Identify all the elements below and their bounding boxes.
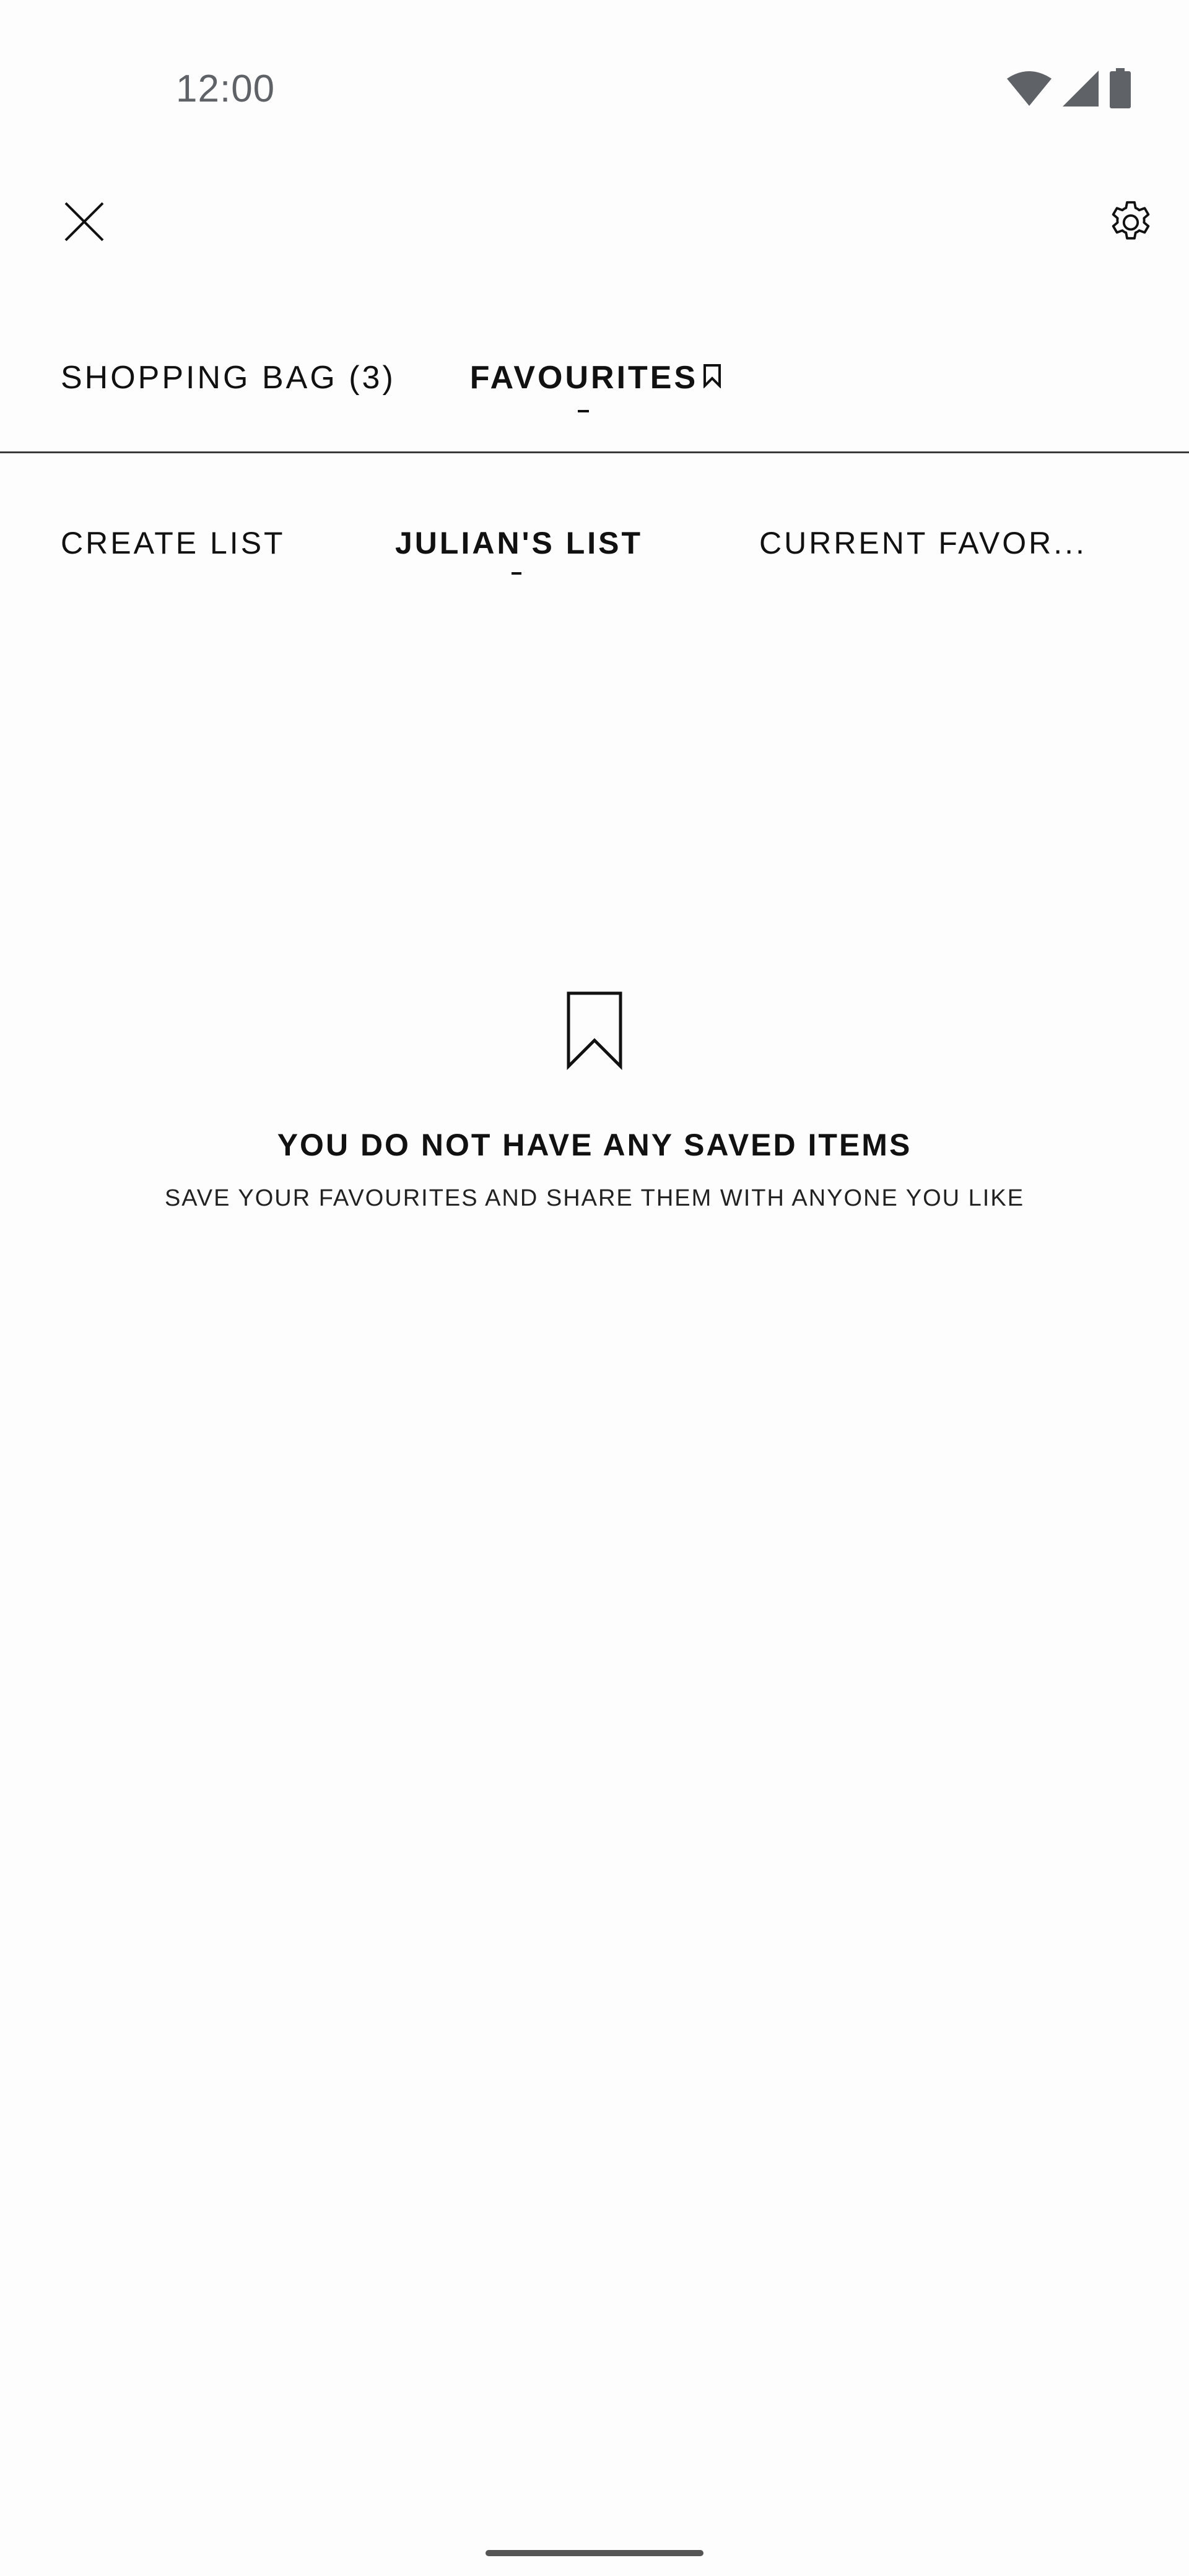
empty-state-title: YOU DO NOT HAVE ANY SAVED ITEMS bbox=[277, 1128, 912, 1162]
settings-button[interactable] bbox=[1104, 197, 1158, 251]
tab-julians-list-label: JULIAN'S LIST bbox=[395, 526, 643, 560]
close-icon bbox=[63, 201, 105, 246]
battery-icon bbox=[1108, 68, 1132, 109]
tab-julians-list-indicator bbox=[512, 572, 521, 575]
bookmark-icon bbox=[698, 359, 721, 396]
tab-create-list[interactable]: CREATE LIST bbox=[61, 525, 285, 561]
empty-state-subtitle: SAVE YOUR FAVOURITES AND SHARE THEM WITH… bbox=[164, 1185, 1025, 1211]
status-time: 12:00 bbox=[176, 67, 276, 110]
gear-icon bbox=[1105, 197, 1157, 252]
tab-favourites-label: FAVOURITES bbox=[469, 360, 699, 396]
list-tabs: CREATE LIST JULIAN'S LIST CURRENT FAVOR.… bbox=[61, 525, 1189, 575]
tab-favourites-indicator bbox=[577, 410, 589, 412]
status-icons bbox=[1006, 68, 1132, 109]
favourites-screen: 12:00 SHOPPING BAG (3) FAVOURITES CREATE… bbox=[0, 0, 1189, 2576]
tab-current-favourites[interactable]: CURRENT FAVOR... bbox=[759, 525, 1087, 561]
tab-shopping-bag-label: SHOPPING BAG (3) bbox=[61, 360, 396, 396]
close-button[interactable] bbox=[59, 198, 109, 248]
wifi-icon bbox=[1006, 70, 1053, 107]
tab-favourites[interactable]: FAVOURITES bbox=[469, 359, 721, 412]
tab-shopping-bag[interactable]: SHOPPING BAG (3) bbox=[61, 359, 396, 396]
signal-icon bbox=[1061, 69, 1100, 108]
tab-julians-list[interactable]: JULIAN'S LIST bbox=[395, 525, 643, 575]
empty-state: YOU DO NOT HAVE ANY SAVED ITEMS SAVE YOU… bbox=[0, 991, 1189, 1212]
bookmark-icon bbox=[0, 991, 1189, 1070]
main-tabs: SHOPPING BAG (3) FAVOURITES bbox=[61, 353, 721, 412]
tabs-divider bbox=[0, 451, 1189, 453]
home-indicator[interactable] bbox=[486, 2550, 703, 2556]
